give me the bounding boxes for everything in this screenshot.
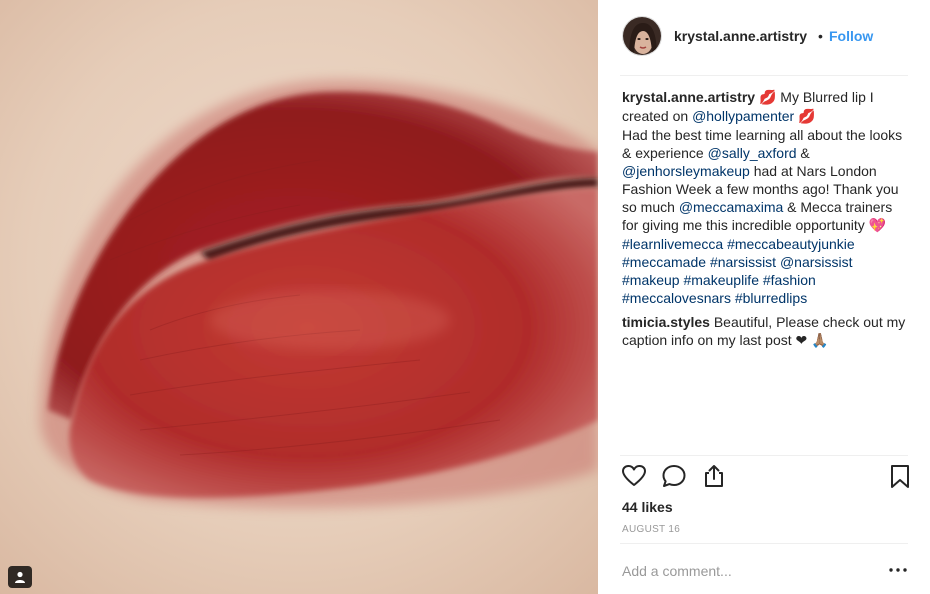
mention-link[interactable]: @hollypamenter xyxy=(692,108,794,124)
mention-link[interactable]: @jenhorsleymakeup xyxy=(622,163,750,179)
avatar[interactable] xyxy=(622,16,662,56)
heart-outline-icon[interactable] xyxy=(621,463,647,489)
person-tag-icon[interactable] xyxy=(8,566,32,588)
hashtag-link[interactable]: #makeuplife xyxy=(683,272,759,288)
pray-emoji: 🙏🏽 xyxy=(811,333,829,349)
kiss-emoji: 💋 xyxy=(758,90,777,106)
sparkling-heart-emoji: 💖 xyxy=(868,218,887,234)
add-comment-input[interactable] xyxy=(622,560,872,582)
hashtag-link[interactable]: #meccalovesnars xyxy=(622,290,731,306)
hashtag-link[interactable]: #blurredlips xyxy=(735,290,807,306)
reply-comment: timicia.styles Beautiful, Please check o… xyxy=(622,313,912,350)
hashtag-link[interactable]: #fashion xyxy=(763,272,816,288)
kiss-emoji: 💋 xyxy=(798,109,816,125)
speech-bubble-icon[interactable] xyxy=(661,463,687,489)
add-comment-divider xyxy=(620,543,908,544)
reply-username[interactable]: timicia.styles xyxy=(622,314,710,330)
heart-emoji: ❤ xyxy=(795,333,808,349)
mention-link[interactable]: @narsissist xyxy=(780,254,853,270)
caption-username[interactable]: krystal.anne.artistry xyxy=(622,89,755,105)
post-photo[interactable] xyxy=(0,0,598,594)
author-username[interactable]: krystal.anne.artistry xyxy=(674,28,807,44)
mention-link[interactable]: @meccamaxima xyxy=(679,199,783,215)
bookmark-icon[interactable] xyxy=(887,463,913,489)
hashtag-link[interactable]: #narsissist xyxy=(710,254,776,270)
separator-dot: • xyxy=(818,28,823,44)
post-header: krystal.anne.artistry • Follow xyxy=(598,0,930,75)
caption-text: & xyxy=(796,145,810,161)
hashtag-link[interactable]: #makeup xyxy=(622,272,680,288)
follow-button[interactable]: Follow xyxy=(829,28,873,44)
hashtag-link[interactable]: #meccabeautyjunkie xyxy=(727,236,855,252)
caption-comment: krystal.anne.artistry 💋 My Blurred lip I… xyxy=(622,88,912,307)
likes-count[interactable]: 44 likes xyxy=(622,499,673,515)
post-date[interactable]: AUGUST 16 xyxy=(622,524,680,535)
hashtag-link[interactable]: #learnlivemecca xyxy=(622,236,723,252)
actions-divider xyxy=(620,455,908,456)
lips-image xyxy=(0,0,598,594)
share-icon[interactable] xyxy=(701,463,727,489)
mention-link[interactable]: @sally_axford xyxy=(708,145,797,161)
hashtag-link[interactable]: #meccamade xyxy=(622,254,706,270)
header-divider xyxy=(620,75,908,76)
post-details-panel: krystal.anne.artistry • Follow krystal.a… xyxy=(598,0,930,594)
ellipsis-icon[interactable] xyxy=(888,562,908,578)
comments-list: krystal.anne.artistry 💋 My Blurred lip I… xyxy=(622,88,912,356)
